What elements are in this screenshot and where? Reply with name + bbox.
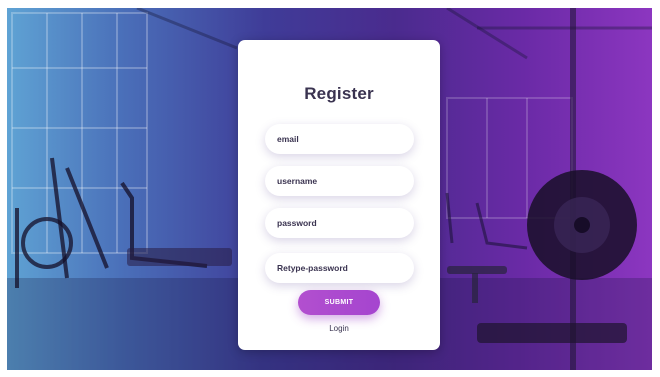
page-background: Register SUBMIT Login xyxy=(7,8,652,370)
email-field[interactable] xyxy=(265,124,414,154)
submit-button[interactable]: SUBMIT xyxy=(298,290,380,315)
username-field[interactable] xyxy=(265,166,414,196)
register-title: Register xyxy=(304,84,374,103)
retype-password-field[interactable] xyxy=(265,253,414,283)
register-card: Register SUBMIT Login xyxy=(238,40,440,350)
login-link[interactable]: Login xyxy=(238,324,440,333)
password-field[interactable] xyxy=(265,208,414,238)
